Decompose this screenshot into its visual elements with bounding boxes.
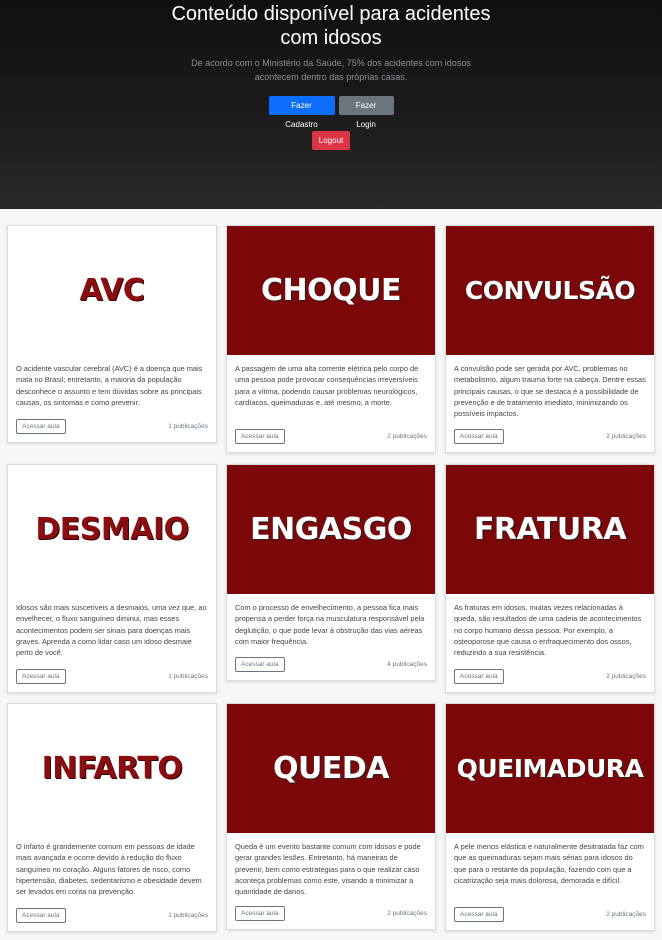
- card-description: Com o processo de envelhecimento, a pess…: [235, 603, 425, 646]
- card-title: CONVULSÃO: [464, 276, 636, 305]
- lesson-card: CHOQUE A passagem de uma alta corrente e…: [226, 225, 436, 453]
- publication-count: 2 publicações: [606, 911, 646, 918]
- card-banner: QUEIMADURA: [446, 704, 654, 833]
- login-button[interactable]: Fazer Login: [338, 96, 394, 129]
- register-button[interactable]: Fazer Cadastro: [268, 96, 335, 129]
- logout-button[interactable]: Logout: [312, 131, 350, 150]
- card-title: CHOQUE: [261, 273, 401, 308]
- lesson-card: AVC O acidente vascular cerebral (AVC) é…: [7, 225, 217, 443]
- lessons-grid-row-2: DESMAIO Idosos são mais suscetíveis a de…: [7, 464, 655, 693]
- auth-buttons: Fazer Cadastro Fazer Login: [0, 96, 662, 129]
- card-banner: CONVULSÃO: [446, 226, 654, 355]
- card-description: O infarto é grandemente comum em pessoas…: [16, 842, 202, 897]
- card-title: QUEIMADURA: [456, 754, 644, 783]
- lesson-card: FRATURA As fraturas em idosos, muitas ve…: [445, 464, 655, 693]
- page-title: Conteúdo disponível para acidentes com i…: [171, 3, 491, 49]
- lesson-card: ENGASGO Com o processo de envelhecimento…: [226, 464, 436, 681]
- card-title: FRATURA: [473, 512, 627, 547]
- access-lesson-button[interactable]: Acessar aula: [454, 669, 504, 684]
- card-banner: CHOQUE: [227, 226, 435, 355]
- access-lesson-button[interactable]: Acessar aula: [235, 906, 285, 921]
- access-lesson-button[interactable]: Acessar aula: [16, 908, 66, 923]
- lessons-grid-row-3: INFARTO O infarto é grandemente comum em…: [7, 703, 655, 932]
- lesson-card: DESMAIO Idosos são mais suscetíveis a de…: [7, 464, 217, 693]
- access-lesson-button[interactable]: Acessar aula: [454, 429, 504, 444]
- access-lesson-button[interactable]: Acessar aula: [16, 669, 66, 684]
- publication-count: 2 publicações: [606, 673, 646, 680]
- publication-count: 2 publicações: [387, 910, 427, 917]
- lesson-card: INFARTO O infarto é grandemente comum em…: [7, 703, 217, 932]
- lesson-card: CONVULSÃO A convulsão pode ser gerada po…: [445, 225, 655, 453]
- publication-count: 1 publicações: [168, 673, 208, 680]
- card-banner: INFARTO: [8, 704, 216, 833]
- card-description: As fraturas em idosos, muitas vezes rela…: [454, 603, 642, 658]
- card-description: O acidente vascular cerebral (AVC) é a d…: [16, 364, 203, 407]
- card-title: QUEDA: [273, 751, 389, 786]
- publication-count: 4 publicações: [387, 661, 427, 668]
- card-banner: AVC: [8, 226, 216, 355]
- card-banner: DESMAIO: [8, 465, 216, 594]
- lessons-grid: AVC O acidente vascular cerebral (AVC) é…: [7, 225, 655, 453]
- publication-count: 2 publicações: [606, 433, 646, 440]
- card-title: INFARTO: [41, 751, 183, 786]
- card-banner: ENGASGO: [227, 465, 435, 594]
- card-banner: QUEDA: [227, 704, 435, 833]
- access-lesson-button[interactable]: Acessar aula: [235, 657, 285, 672]
- access-lesson-button[interactable]: Acessar aula: [454, 907, 504, 922]
- access-lesson-button[interactable]: Acessar aula: [235, 429, 285, 444]
- card-title: ENGASGO: [250, 512, 412, 547]
- lesson-card: QUEDA Queda é um evento bastante comum c…: [226, 703, 436, 930]
- card-description: Idosos são mais suscetíveis a desmaios, …: [16, 603, 207, 658]
- publication-count: 1 publicações: [168, 423, 208, 430]
- card-description: A pele menos elástica e naturalmente des…: [454, 842, 644, 885]
- card-description: A convulsão pode ser gerada por AVC, pro…: [454, 364, 646, 419]
- card-title: DESMAIO: [35, 512, 189, 547]
- access-lesson-button[interactable]: Acessar aula: [16, 419, 66, 434]
- card-title: AVC: [79, 273, 145, 308]
- hero-section: Conteúdo disponível para acidentes com i…: [0, 0, 662, 209]
- publication-count: 1 publicações: [168, 912, 208, 919]
- card-description: A passagem de uma alta corrente elétrica…: [235, 364, 419, 407]
- publication-count: 2 publicações: [387, 433, 427, 440]
- lesson-card: QUEIMADURA A pele menos elástica e natur…: [445, 703, 655, 931]
- card-description: Queda é um evento bastante comum com ido…: [235, 842, 421, 897]
- page-subtitle: De acordo com o Ministério da Saúde, 75%…: [191, 58, 471, 82]
- card-banner: FRATURA: [446, 465, 654, 594]
